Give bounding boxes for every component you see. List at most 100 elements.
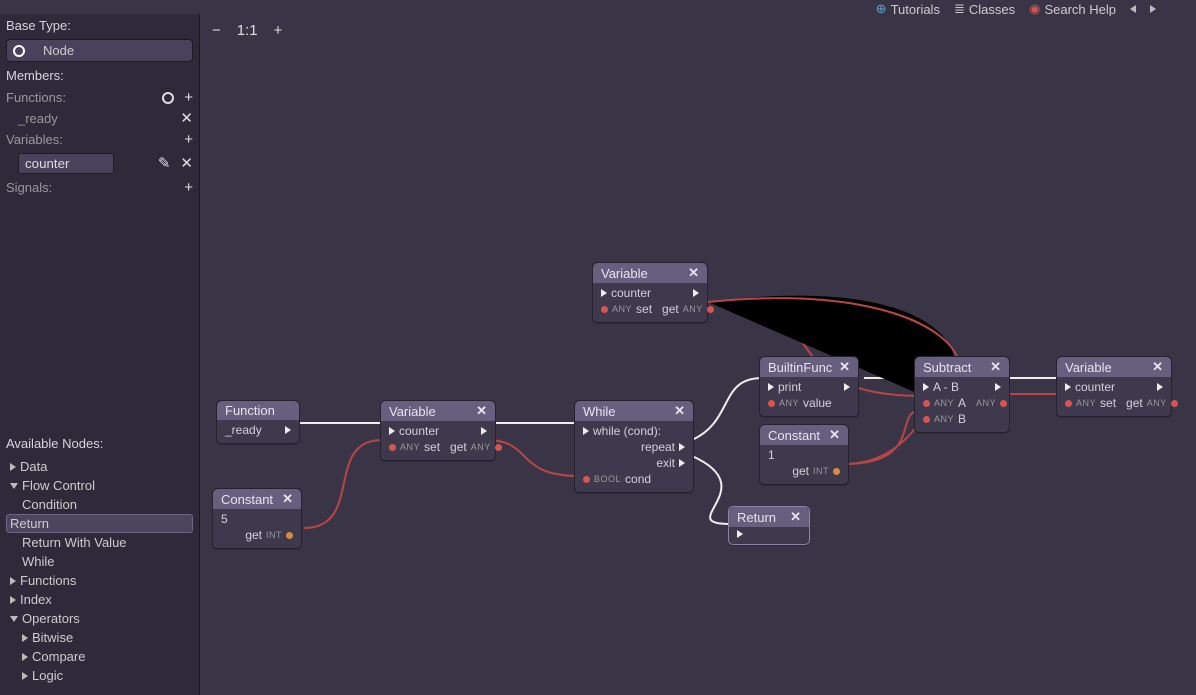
function-item[interactable]: _ready	[18, 111, 58, 126]
tree-item-logic[interactable]: Logic	[6, 666, 193, 685]
node-return[interactable]: Return ✕	[728, 506, 810, 545]
tree-item-flow-control[interactable]: Flow Control	[6, 476, 193, 495]
node-constant-1[interactable]: Constant✕ 1 getINT	[759, 424, 849, 485]
connection-wires	[204, 16, 1196, 695]
data-in-port[interactable]	[768, 400, 775, 407]
seq-in-port[interactable]	[1065, 383, 1071, 391]
tree-item-index[interactable]: Index	[6, 590, 193, 609]
data-in-port[interactable]	[389, 444, 396, 451]
node-variable-right[interactable]: Variable✕ counter ANYsetgetANY	[1056, 356, 1172, 417]
node-builtin-func[interactable]: BuiltinFunc✕ print ANYvalue	[759, 356, 859, 417]
seq-in-port[interactable]	[389, 427, 395, 435]
close-icon[interactable]: ✕	[839, 359, 850, 375]
node-constant-5[interactable]: Constant✕ 5 getINT	[212, 488, 302, 549]
variable-name-input[interactable]	[18, 153, 114, 174]
sidebar: Base Type: Node Members: Functions: + _r…	[0, 14, 200, 695]
seq-in-port[interactable]	[923, 383, 929, 391]
tree-item-while[interactable]: While	[6, 552, 193, 571]
add-signal-button[interactable]: +	[184, 180, 193, 195]
node-subtract[interactable]: Subtract✕ A - B ANYAANY ANYB	[914, 356, 1010, 433]
close-icon[interactable]: ✕	[282, 491, 293, 507]
graph-canvas[interactable]: − 1:1 + Variable✕ counter ANYsetgetANY F	[204, 16, 1196, 695]
chevron-right-icon[interactable]	[1150, 5, 1156, 13]
tutorials-label: Tutorials	[891, 2, 940, 17]
tree-item-data[interactable]: Data	[6, 457, 193, 476]
node-function[interactable]: Function _ready	[216, 400, 300, 444]
tree-item-return-with-value[interactable]: Return With Value	[6, 533, 193, 552]
seq-in-port[interactable]	[768, 383, 774, 391]
search-help-link[interactable]: ◉ Search Help	[1029, 1, 1116, 17]
functions-override-icon[interactable]	[162, 92, 174, 104]
members-panel: Functions: + _ready ✕ Variables: + ✎ ✕ S…	[0, 87, 199, 204]
close-icon[interactable]: ✕	[674, 403, 685, 419]
available-nodes-section: Available Nodes: Data Flow Control Condi…	[0, 432, 199, 695]
node-title: BuiltinFunc	[768, 360, 832, 375]
data-out-port[interactable]	[286, 532, 293, 539]
data-out-port[interactable]	[1000, 400, 1007, 407]
node-title: Variable	[389, 404, 436, 419]
close-icon[interactable]: ✕	[790, 509, 801, 525]
b-in-port[interactable]	[923, 416, 930, 423]
chevron-left-icon[interactable]	[1130, 5, 1136, 13]
node-title: Variable	[1065, 360, 1112, 375]
a-in-port[interactable]	[923, 400, 930, 407]
data-out-port[interactable]	[833, 468, 840, 475]
data-out-port[interactable]	[1171, 400, 1178, 407]
add-variable-button[interactable]: +	[184, 132, 193, 147]
close-icon[interactable]: ✕	[990, 359, 1001, 375]
node-icon	[13, 45, 25, 57]
classes-label: Classes	[969, 2, 1015, 17]
seq-out-port[interactable]	[844, 383, 850, 391]
data-out-port[interactable]	[495, 444, 502, 451]
node-while[interactable]: While✕ while (cond): repeat exit BOOLcon…	[574, 400, 694, 493]
base-type-value: Node	[43, 43, 74, 58]
seq-out-port[interactable]	[285, 426, 291, 434]
signals-label: Signals:	[6, 180, 52, 195]
var-name: counter	[611, 286, 651, 300]
cond-in-port[interactable]	[583, 476, 590, 483]
data-in-port[interactable]	[601, 306, 608, 313]
seq-out-port[interactable]	[1157, 383, 1163, 391]
classes-link[interactable]: ≣ Classes	[954, 1, 1015, 17]
seq-out-port[interactable]	[995, 383, 1001, 391]
zoom-in-button[interactable]: +	[274, 23, 283, 38]
available-nodes-label: Available Nodes:	[0, 432, 199, 455]
tree-item-return[interactable]: Return	[6, 514, 193, 533]
zoom-level: 1:1	[237, 22, 258, 39]
close-icon[interactable]: ✕	[688, 265, 699, 281]
close-icon[interactable]: ✕	[476, 403, 487, 419]
node-variable-top[interactable]: Variable✕ counter ANYsetgetANY	[592, 262, 708, 323]
node-variable-middle[interactable]: Variable✕ counter ANYsetgetANY	[380, 400, 496, 461]
zoom-out-button[interactable]: −	[212, 23, 221, 38]
delete-function-button[interactable]: ✕	[180, 111, 193, 126]
canvas-toolbar: − 1:1 +	[212, 22, 282, 39]
tree-item-functions[interactable]: Functions	[6, 571, 193, 590]
edit-variable-button[interactable]: ✎	[158, 156, 171, 171]
seq-in-port[interactable]	[601, 289, 607, 297]
node-title: Variable	[601, 266, 648, 281]
data-in-port[interactable]	[1065, 400, 1072, 407]
seq-out-port[interactable]	[693, 289, 699, 297]
seq-out-port[interactable]	[481, 427, 487, 435]
tree-item-condition[interactable]: Condition	[6, 495, 193, 514]
node-title: Return	[737, 510, 776, 525]
node-title: Constant	[768, 428, 820, 443]
tree-item-bitwise[interactable]: Bitwise	[6, 628, 193, 647]
search-help-label: Search Help	[1044, 2, 1116, 17]
add-function-button[interactable]: +	[184, 90, 193, 105]
base-type-selector[interactable]: Node	[6, 39, 193, 62]
seq-in-port[interactable]	[737, 530, 743, 538]
close-icon[interactable]: ✕	[1152, 359, 1163, 375]
tree-item-operators[interactable]: Operators	[6, 609, 193, 628]
data-out-port[interactable]	[707, 306, 714, 313]
repeat-port[interactable]	[679, 443, 685, 451]
seq-in-port[interactable]	[583, 427, 589, 435]
exit-port[interactable]	[679, 459, 685, 467]
delete-variable-button[interactable]: ✕	[180, 156, 193, 171]
available-nodes-tree: Data Flow Control Condition Return Retur…	[0, 455, 199, 695]
base-type-label: Base Type:	[0, 14, 199, 37]
tree-item-compare[interactable]: Compare	[6, 647, 193, 666]
tutorials-link[interactable]: ⊕ Tutorials	[876, 1, 940, 17]
close-icon[interactable]: ✕	[829, 427, 840, 443]
node-title: Function	[225, 403, 275, 418]
